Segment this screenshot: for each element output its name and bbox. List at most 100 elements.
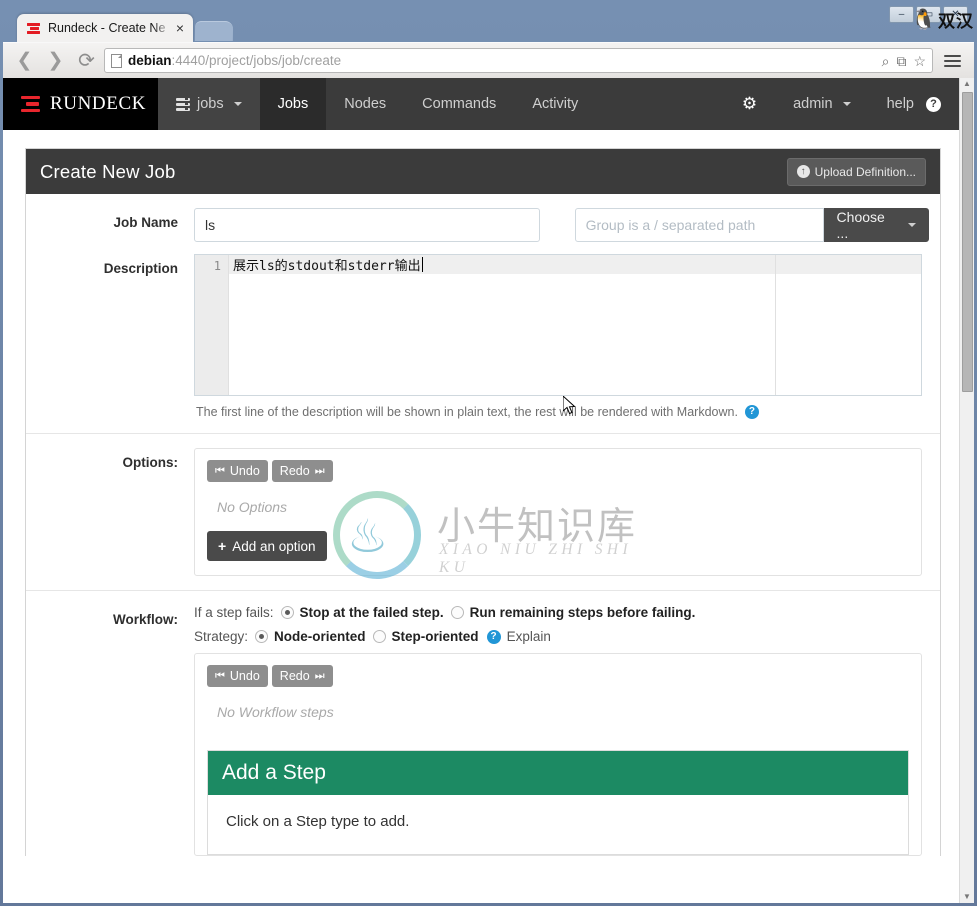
vertical-scrollbar[interactable]: ▲ ▼ (959, 78, 974, 903)
editor-right-pane (775, 255, 921, 395)
options-field-group: ⏮ Undo Redo ⏭ No Options + Add an option (194, 448, 940, 576)
workflow-row: Workflow: If a step fails: Stop at the f… (26, 591, 940, 856)
tab-strip: Rundeck - Create Ne × – ▭ ✕ 🐧 双汉 (3, 3, 974, 42)
url-host: debian (128, 53, 172, 68)
brand-name: RUNDECK (50, 93, 147, 114)
address-bar[interactable]: debian:4440/project/jobs/job/create ⌕ ⧉ … (104, 48, 933, 73)
explain-link[interactable]: Explain (507, 629, 551, 644)
radio-node-oriented[interactable] (255, 630, 269, 643)
description-editor[interactable]: 1 展示ls的stdout和stderr输出 (194, 254, 922, 396)
browser-navigation-bar: ❮ ❯ ⟳ debian:4440/project/jobs/job/creat… (3, 42, 974, 78)
rundeck-favicon-icon (26, 20, 42, 36)
add-option-button[interactable]: + Add an option (207, 531, 327, 561)
system-tray: 🐧 双汉 (911, 7, 974, 32)
job-name-label: Job Name (113, 215, 178, 230)
help-question-icon[interactable]: ? (744, 405, 759, 419)
options-panel: ⏮ Undo Redo ⏭ No Options + Add an option (194, 448, 922, 576)
scroll-down-arrow-icon[interactable]: ▼ (963, 891, 971, 903)
nav-label-jobs: Jobs (277, 96, 309, 112)
rundeck-top-nav: RUNDECK jobs Jobs Nodes Commands Activit… (3, 78, 959, 130)
options-undo-redo-group: ⏮ Undo Redo ⏭ (207, 460, 909, 482)
editor-gutter: 1 (195, 255, 229, 395)
options-redo-button[interactable]: Redo ⏭ (271, 460, 333, 482)
nav-item-jobs[interactable]: Jobs (259, 78, 327, 130)
workflow-section: Workflow: If a step fails: Stop at the f… (26, 590, 940, 856)
workflow-redo-button[interactable]: Redo ⏭ (271, 665, 333, 687)
strategy-option-1-label: Node-oriented (274, 629, 366, 644)
page-info-icon (111, 53, 122, 68)
forward-icon[interactable]: ❯ (42, 47, 69, 74)
help-menu[interactable]: help ? (869, 78, 959, 130)
add-step-header: Add a Step (208, 751, 908, 795)
plus-icon: + (218, 538, 227, 554)
scroll-up-arrow-icon[interactable]: ▲ (963, 78, 971, 90)
tab-title: Rundeck - Create Ne (48, 21, 166, 35)
workflow-failure-line: If a step fails: Stop at the failed step… (194, 605, 922, 620)
editor-content[interactable]: 展示ls的stdout和stderr输出 (229, 255, 775, 395)
description-help: The first line of the description will b… (194, 396, 922, 419)
nav-right-group: ⚙ admin help ? (724, 78, 959, 130)
workflow-undo-label: Undo (229, 669, 260, 683)
options-redo-label: Redo (279, 464, 310, 478)
add-step-title: Add a Step (222, 761, 326, 784)
failure-prefix: If a step fails: (194, 605, 274, 620)
card-body: Job Name Choose ... (26, 194, 940, 856)
browser-window: Rundeck - Create Ne × – ▭ ✕ 🐧 双汉 ❮ ❯ ⟳ d… (0, 0, 977, 906)
upload-arrow-icon: ↑ (796, 165, 810, 178)
failure-option-1-label: Stop at the failed step. (299, 605, 444, 620)
rundeck-page: RUNDECK jobs Jobs Nodes Commands Activit… (3, 78, 959, 903)
tux-penguin-icon: 🐧 (911, 8, 936, 31)
choose-group-label: Choose ... (836, 209, 885, 241)
workflow-empty-note: No Workflow steps (217, 704, 334, 720)
strategy-option-2-label: Step-oriented (391, 629, 479, 644)
options-undo-label: Undo (229, 464, 260, 478)
new-tab-button[interactable] (194, 21, 234, 41)
gear-icon: ⚙ (741, 94, 758, 113)
browser-tab[interactable]: Rundeck - Create Ne × (17, 14, 193, 42)
nav-item-commands[interactable]: Commands (404, 78, 514, 130)
workflow-undo-button[interactable]: ⏮ Undo (207, 665, 268, 687)
back-icon[interactable]: ❮ (11, 47, 38, 74)
upload-definition-button[interactable]: ↑ Upload Definition... (786, 157, 926, 186)
job-group-input[interactable] (574, 208, 824, 242)
scrollbar-thumb[interactable] (961, 92, 973, 392)
text-caret (421, 257, 423, 272)
reload-icon[interactable]: ⟳ (73, 47, 100, 74)
options-undo-button[interactable]: ⏮ Undo (207, 460, 268, 482)
nav-label-activity: Activity (532, 96, 579, 112)
explain-question-icon[interactable]: ? (486, 629, 501, 644)
rundeck-brand[interactable]: RUNDECK (3, 78, 158, 130)
job-name-input[interactable] (194, 208, 540, 242)
hamburger-menu-icon[interactable] (937, 54, 966, 67)
redo-arrow-icon: ⏭ (314, 464, 325, 477)
nav-item-activity[interactable]: Activity (514, 78, 596, 130)
add-step-box: Add a Step Click on a Step type to add. (207, 750, 909, 855)
chevron-down-icon (842, 102, 851, 106)
choose-group-button[interactable]: Choose ... (823, 208, 930, 242)
tab-close-icon[interactable]: × (173, 21, 187, 35)
rundeck-logo-icon (21, 95, 41, 113)
chevron-down-icon (233, 102, 242, 106)
radio-step-oriented[interactable] (372, 630, 386, 643)
user-menu[interactable]: admin (775, 78, 869, 130)
address-bar-icons: ⌕ ⧉ ☆ (882, 54, 926, 68)
bookmark-star-icon[interactable]: ☆ (913, 54, 926, 68)
url-path: :4440/project/jobs/job/create (171, 53, 342, 68)
radio-stop-at-failed-step[interactable] (280, 606, 294, 619)
undo-arrow-icon: ⏮ (215, 669, 225, 682)
radio-run-remaining-steps[interactable] (450, 606, 464, 619)
search-icon[interactable]: ⌕ (882, 54, 890, 68)
workflow-label: Workflow: (113, 612, 178, 627)
settings-gear-button[interactable]: ⚙ (724, 78, 775, 130)
nav-item-nodes[interactable]: Nodes (326, 78, 404, 130)
mouse-cursor (563, 396, 576, 415)
description-field-group: 1 展示ls的stdout和stderr输出 The first line of… (194, 254, 940, 419)
failure-option-2-label: Run remaining steps before failing. (469, 605, 696, 620)
project-dropdown[interactable]: jobs (158, 78, 260, 130)
description-row: Description 1 展示ls的stdout和stderr输出 The f… (26, 242, 940, 419)
user-name: admin (793, 96, 833, 112)
line-number: 1 (213, 259, 221, 273)
group-field-group: Choose ... (574, 208, 930, 242)
translate-icon[interactable]: ⧉ (896, 54, 906, 68)
description-help-text: The first line of the description will b… (196, 405, 738, 419)
